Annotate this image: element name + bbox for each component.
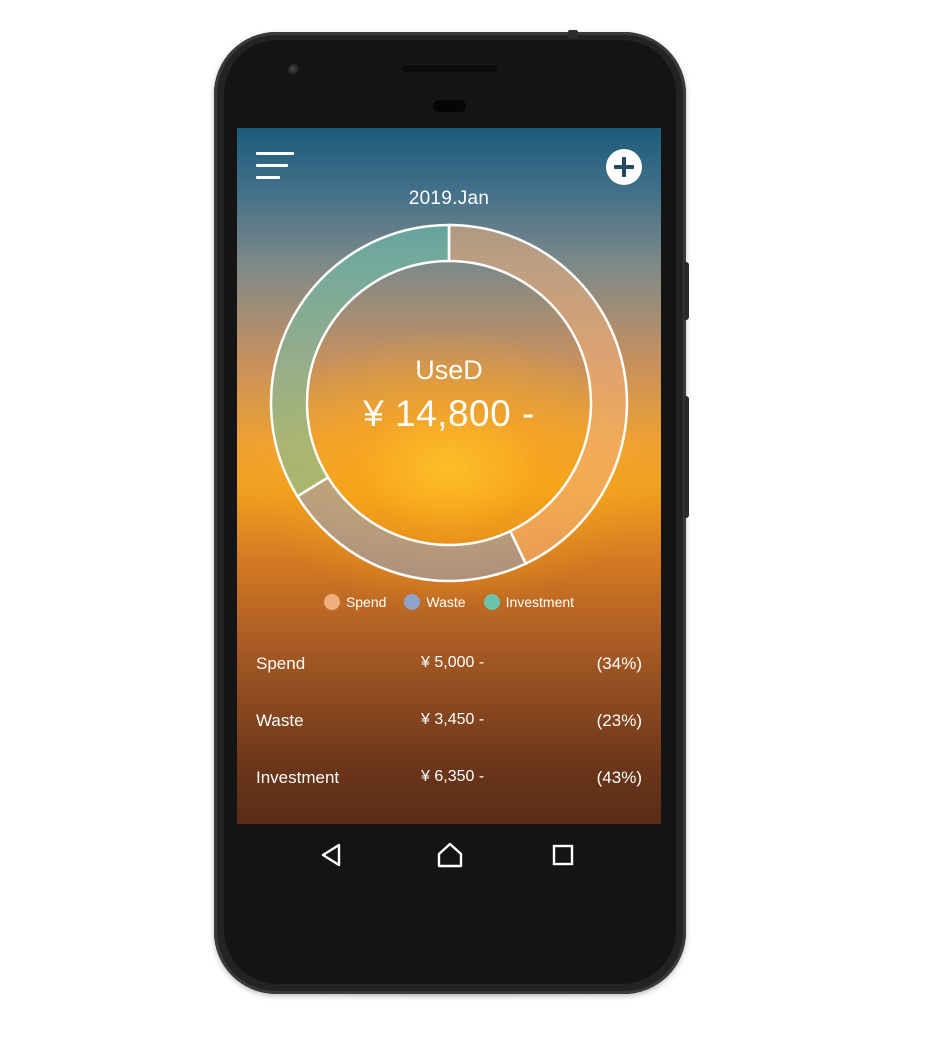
legend-item-spend: Spend — [323, 594, 387, 610]
volume-button — [684, 262, 689, 320]
row-percent: (34%) — [596, 654, 642, 673]
row-name: Waste — [256, 711, 304, 730]
legend-label-spend: Spend — [345, 594, 387, 610]
row-percent: (43%) — [596, 768, 642, 787]
used-title: UseD — [415, 355, 483, 385]
legend-dot-waste — [404, 594, 421, 610]
breakdown-row-waste[interactable]: Waste ¥ 3,450 - (23%) — [256, 697, 642, 754]
row-amount: ¥ 3,450 - — [421, 711, 485, 728]
chart-legend: Spend Waste Investment — [237, 594, 661, 610]
power-button — [684, 396, 689, 518]
proximity-sensor — [433, 100, 466, 112]
android-nav-bar — [237, 824, 661, 886]
house-outline-icon[interactable] — [435, 840, 465, 870]
row-name: Investment — [256, 768, 340, 787]
donut-slice-waste — [295, 475, 528, 583]
row-percent: (23%) — [596, 711, 642, 730]
legend-label-investment: Investment — [505, 594, 575, 610]
row-amount: ¥ 6,350 - — [421, 768, 485, 785]
used-total: ¥ 14,800 - — [363, 393, 535, 434]
month-label[interactable]: 2019.Jan — [237, 188, 661, 210]
legend-dot-spend — [323, 594, 340, 610]
legend-dot-investment — [483, 594, 500, 610]
breakdown-list: Spend ¥ 5,000 - (34%) Waste ¥ 3,450 - (2… — [256, 640, 642, 811]
square-recents-icon[interactable] — [548, 840, 578, 870]
top-button — [568, 30, 578, 38]
legend-item-investment: Investment — [483, 594, 575, 610]
breakdown-row-investment[interactable]: Investment ¥ 6,350 - (43%) — [256, 754, 642, 811]
app-screen: 2019.Jan UseD ¥ 14,800 - Spend Waste Inv… — [237, 128, 661, 824]
triangle-back-icon[interactable] — [317, 840, 347, 870]
earpiece-speaker — [402, 64, 498, 72]
plus-circle-icon[interactable] — [606, 149, 642, 185]
breakdown-row-spend[interactable]: Spend ¥ 5,000 - (34%) — [256, 640, 642, 697]
front-camera — [288, 64, 300, 76]
row-name: Spend — [256, 654, 306, 673]
legend-item-waste: Waste — [404, 594, 466, 610]
hamburger-menu-icon[interactable] — [256, 152, 294, 180]
legend-label-waste: Waste — [426, 594, 466, 610]
row-amount: ¥ 5,000 - — [421, 654, 485, 671]
